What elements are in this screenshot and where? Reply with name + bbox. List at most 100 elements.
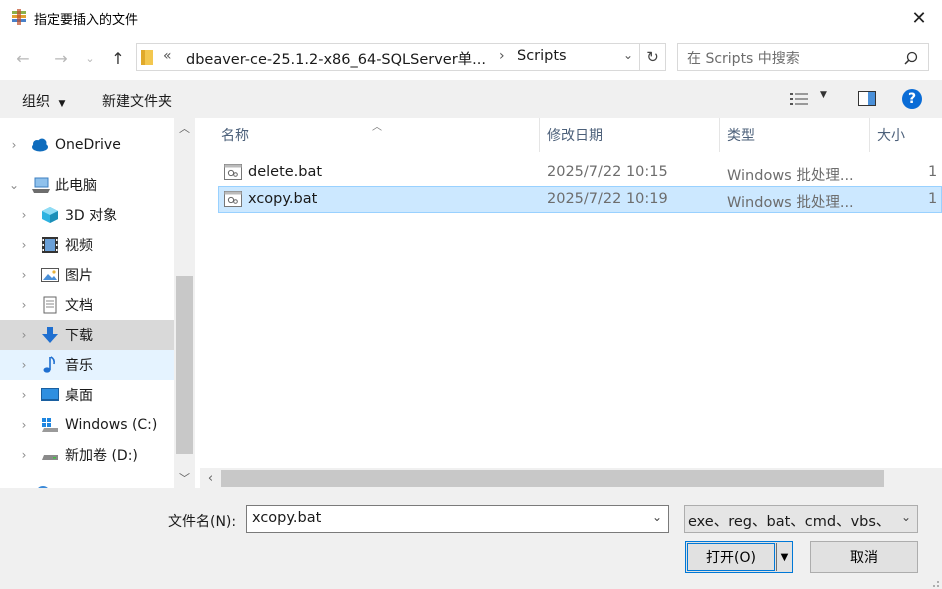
nav-label: 文档 [65,298,93,314]
new-folder-button[interactable]: 新建文件夹 [102,91,172,111]
chevron-right-icon[interactable]: › [17,418,31,432]
nav-item-music[interactable]: › 音乐 [0,350,174,380]
nav-item-documents[interactable]: › 文档 [0,290,174,320]
breadcrumb-item[interactable]: Scripts [517,48,567,64]
nav-item-onedrive[interactable]: › OneDrive [0,130,174,160]
dialog-footer: 文件名(N): xcopy.bat ⌄ exe、reg、bat、cmd、vbs、… [0,488,942,589]
chevron-down-icon[interactable]: ⌄ [652,510,662,524]
nav-item-videos[interactable]: › 视频 [0,230,174,260]
caret-down-icon: ▼ [820,90,827,100]
help-button[interactable]: ? [902,89,922,109]
address-bar[interactable]: « dbeaver-ce-25.1.2-x86_64-SQLServer单...… [136,43,640,71]
cloud-icon [32,138,48,152]
up-button[interactable]: ↑ [105,48,131,68]
column-header-name[interactable]: 名称 [221,118,249,152]
file-row-selected[interactable]: xcopy.bat 2025/7/22 10:19 Windows 批处理...… [218,186,942,213]
toolbar: 组织 ▼ 新建文件夹 ▼ ? [0,80,942,118]
chevron-right-icon[interactable]: › [17,298,31,312]
nav-item-drive-d[interactable]: › 新加卷 (D:) [0,440,174,470]
breadcrumb-separator[interactable]: › [499,48,505,64]
scroll-thumb[interactable] [221,470,884,487]
batch-file-icon [224,164,242,180]
view-options-button[interactable] [790,92,808,110]
column-separator[interactable] [869,118,870,152]
column-separator[interactable] [719,118,720,152]
file-type-filter[interactable]: exe、reg、bat、cmd、vbs、 ⌄ [684,505,918,533]
nav-label: 3D 对象 [65,208,118,224]
breadcrumb-item[interactable]: dbeaver-ce-25.1.2-x86_64-SQLServer单... [186,48,486,69]
help-icon: ? [907,91,917,107]
folder-icon [141,50,153,65]
open-button[interactable]: 打开(O) [687,543,775,571]
file-list-horizontal-scrollbar[interactable]: ‹ [200,468,942,489]
filename-input[interactable]: xcopy.bat [252,510,321,526]
chevron-right-icon[interactable]: › [17,328,31,342]
details-view-icon [790,93,808,105]
nav-item-3d-objects[interactable]: › 3D 对象 [0,200,174,230]
chevron-right-icon[interactable]: › [17,238,31,252]
search-input[interactable]: 在 Scripts 中搜索 [687,48,800,68]
app-icon [12,9,26,25]
refresh-icon: ↻ [646,48,659,66]
open-options-button[interactable]: ▼ [776,543,792,571]
recent-locations-button[interactable]: ⌄ [80,48,100,68]
chevron-right-icon[interactable]: › [7,138,21,152]
chevron-right-icon[interactable]: › [17,448,31,462]
nav-item-pictures[interactable]: › 图片 [0,260,174,290]
chevron-right-icon[interactable]: › [17,268,31,282]
caret-down-icon: ▼ [780,551,789,563]
nav-item-drive-c[interactable]: › Windows (C:) [0,410,174,440]
nav-label: 桌面 [65,388,93,404]
drive-c-icon [42,418,58,432]
chevron-right-icon[interactable]: › [17,358,31,372]
column-header-size[interactable]: 大小 [877,118,905,152]
scroll-left-button[interactable]: ‹ [200,468,221,489]
desktop-icon [41,388,59,401]
search-box[interactable]: 在 Scripts 中搜索 [677,43,929,71]
preview-pane-icon [858,91,876,106]
chevron-down-icon[interactable]: ⌄ [623,48,633,62]
pictures-icon [41,268,59,282]
close-icon: ✕ [911,7,927,29]
chevron-right-icon[interactable]: › [17,208,31,222]
file-modified: 2025/7/22 10:19 [547,191,668,207]
view-dropdown-button[interactable]: ▼ [820,90,827,100]
close-button[interactable]: ✕ [896,0,942,36]
nav-item-desktop[interactable]: › 桌面 [0,380,174,410]
file-row[interactable]: delete.bat 2025/7/22 10:15 Windows 批处理..… [218,160,942,186]
music-icon [43,356,55,373]
arrow-right-icon: → [54,48,68,68]
batch-file-icon [224,191,242,207]
organize-button[interactable]: 组织 ▼ [22,91,65,111]
nav-item-network[interactable] [0,480,174,488]
video-icon [42,237,58,253]
chevron-down-icon: ﹀ [179,472,190,485]
chevron-down-icon[interactable]: ⌄ [7,178,21,192]
overflow-crumb[interactable]: « [163,48,172,64]
forward-button[interactable]: → [48,48,74,68]
file-size: 1 [928,191,938,207]
file-name: delete.bat [248,164,323,180]
filename-combobox[interactable]: xcopy.bat ⌄ [246,505,669,533]
nav-label: 视频 [65,238,93,254]
refresh-button[interactable]: ↻ [640,43,666,71]
column-header-type[interactable]: 类型 [727,118,755,152]
scroll-down-button[interactable]: ﹀ [174,468,195,488]
column-header-date[interactable]: 修改日期 [547,118,603,152]
scroll-up-button[interactable]: ︿ [174,118,195,138]
cancel-button[interactable]: 取消 [810,541,918,573]
nav-item-this-pc[interactable]: ⌄ 此电脑 [0,170,174,200]
organize-label: 组织 [22,94,50,110]
preview-pane-button[interactable] [858,91,876,110]
nav-label: 音乐 [65,358,93,374]
column-separator[interactable] [539,118,540,152]
navigation-scrollbar[interactable]: ︿ ﹀ [174,118,195,488]
chevron-right-icon[interactable]: › [17,388,31,402]
download-icon [42,327,58,343]
back-button[interactable]: ← [10,48,36,68]
nav-item-downloads[interactable]: › 下载 [0,320,174,350]
file-list: ︿ 名称 修改日期 类型 大小 delete.bat 2025/7/22 10:… [200,118,942,468]
resize-grip-icon[interactable] [928,576,940,588]
address-row: ← → ⌄ ↑ « dbeaver-ce-25.1.2-x86_64-SQLSe… [0,38,942,76]
scroll-thumb[interactable] [176,276,193,454]
